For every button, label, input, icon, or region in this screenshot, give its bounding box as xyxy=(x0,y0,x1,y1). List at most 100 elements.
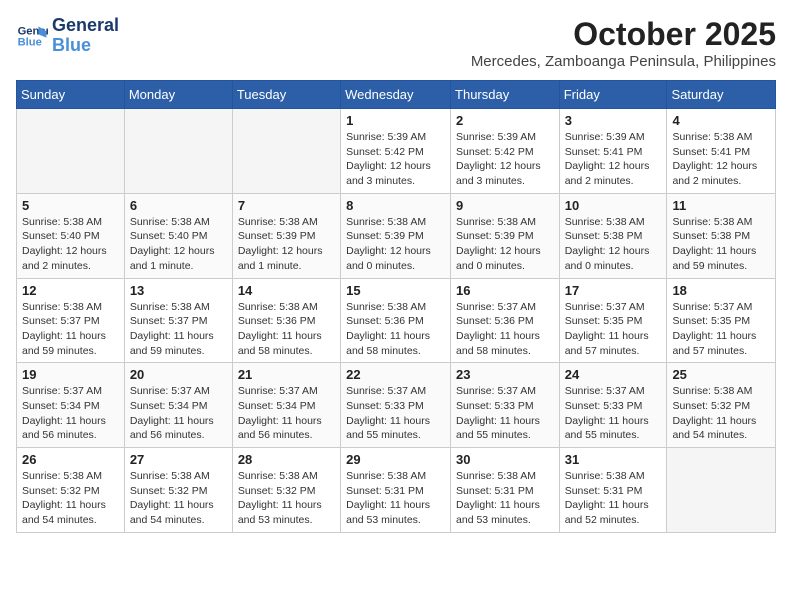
calendar-cell xyxy=(667,448,776,533)
day-number: 5 xyxy=(22,198,119,213)
day-info: Sunrise: 5:38 AM Sunset: 5:40 PM Dayligh… xyxy=(22,215,119,274)
day-info: Sunrise: 5:38 AM Sunset: 5:31 PM Dayligh… xyxy=(456,469,554,528)
col-header-monday: Monday xyxy=(124,81,232,109)
calendar-cell: 31Sunrise: 5:38 AM Sunset: 5:31 PM Dayli… xyxy=(559,448,667,533)
calendar-cell: 6 Sunrise: 5:38 AM Sunset: 5:40 PM Daylig… xyxy=(124,193,232,278)
logo: General Blue GeneralBlue xyxy=(16,16,119,56)
calendar-cell: 29 Sunrise: 5:38 AM Sunset: 5:31 PM Dayli… xyxy=(341,448,451,533)
calendar-cell: 12 Sunrise: 5:38 AM Sunset: 5:37 PM Dayli… xyxy=(17,278,125,363)
day-number: 15 xyxy=(346,283,445,298)
calendar-cell: 18 Sunrise: 5:37 AM Sunset: 5:35 PM Dayli… xyxy=(667,278,776,363)
day-info: Sunrise: 5:38 AM Sunset: 5:36 PM Dayligh… xyxy=(346,300,445,359)
col-header-saturday: Saturday xyxy=(667,81,776,109)
day-number: 2 xyxy=(456,113,554,128)
day-number: 23 xyxy=(456,367,554,382)
calendar-cell: 20 Sunrise: 5:37 AM Sunset: 5:34 PM Dayli… xyxy=(124,363,232,448)
day-number: 20 xyxy=(130,367,227,382)
day-info: Sunrise: 5:37 AM Sunset: 5:36 PM Dayligh… xyxy=(456,300,554,359)
calendar-week-row: 5 Sunrise: 5:38 AM Sunset: 5:40 PM Daylig… xyxy=(17,193,776,278)
calendar-cell: 3 Sunrise: 5:39 AM Sunset: 5:41 PM Daylig… xyxy=(559,109,667,194)
calendar-cell: 11 Sunrise: 5:38 AM Sunset: 5:38 PM Dayli… xyxy=(667,193,776,278)
day-number: 17 xyxy=(565,283,662,298)
day-number: 6 xyxy=(130,198,227,213)
day-number: 22 xyxy=(346,367,445,382)
calendar-cell: 22Sunrise: 5:37 AM Sunset: 5:33 PM Dayli… xyxy=(341,363,451,448)
day-info: Sunrise: 5:38 AM Sunset: 5:32 PM Dayligh… xyxy=(238,469,335,528)
day-info: Sunrise: 5:38 AM Sunset: 5:39 PM Dayligh… xyxy=(238,215,335,274)
day-number: 19 xyxy=(22,367,119,382)
page-header: General Blue GeneralBlue October 2025 Me… xyxy=(16,16,776,70)
calendar-cell: 30 Sunrise: 5:38 AM Sunset: 5:31 PM Dayli… xyxy=(451,448,560,533)
day-number: 21 xyxy=(238,367,335,382)
day-info: Sunrise: 5:38 AM Sunset: 5:38 PM Dayligh… xyxy=(672,215,770,274)
calendar-week-row: 26 Sunrise: 5:38 AM Sunset: 5:32 PM Dayli… xyxy=(17,448,776,533)
day-number: 25 xyxy=(672,367,770,382)
day-number: 9 xyxy=(456,198,554,213)
calendar-cell: 15 Sunrise: 5:38 AM Sunset: 5:36 PM Dayli… xyxy=(341,278,451,363)
calendar-cell: 16 Sunrise: 5:37 AM Sunset: 5:36 PM Dayli… xyxy=(451,278,560,363)
day-info: Sunrise: 5:39 AM Sunset: 5:42 PM Dayligh… xyxy=(456,130,554,189)
col-header-tuesday: Tuesday xyxy=(232,81,340,109)
day-info: Sunrise: 5:37 AM Sunset: 5:34 PM Dayligh… xyxy=(22,384,119,443)
day-number: 24 xyxy=(565,367,662,382)
calendar-cell: 7 Sunrise: 5:38 AM Sunset: 5:39 PM Daylig… xyxy=(232,193,340,278)
calendar-cell xyxy=(124,109,232,194)
day-number: 26 xyxy=(22,452,119,467)
calendar-cell xyxy=(17,109,125,194)
day-info: Sunrise: 5:39 AM Sunset: 5:42 PM Dayligh… xyxy=(346,130,445,189)
day-info: Sunrise: 5:38 AM Sunset: 5:41 PM Dayligh… xyxy=(672,130,770,189)
day-number: 27 xyxy=(130,452,227,467)
day-info: Sunrise: 5:37 AM Sunset: 5:35 PM Dayligh… xyxy=(565,300,662,359)
calendar-cell xyxy=(232,109,340,194)
day-info: Sunrise: 5:37 AM Sunset: 5:34 PM Dayligh… xyxy=(130,384,227,443)
col-header-friday: Friday xyxy=(559,81,667,109)
calendar-week-row: 12 Sunrise: 5:38 AM Sunset: 5:37 PM Dayli… xyxy=(17,278,776,363)
location-title: Mercedes, Zamboanga Peninsula, Philippin… xyxy=(471,53,776,70)
calendar-cell: 26 Sunrise: 5:38 AM Sunset: 5:32 PM Dayli… xyxy=(17,448,125,533)
day-number: 1 xyxy=(346,113,445,128)
col-header-wednesday: Wednesday xyxy=(341,81,451,109)
day-number: 18 xyxy=(672,283,770,298)
calendar-cell: 19 Sunrise: 5:37 AM Sunset: 5:34 PM Dayli… xyxy=(17,363,125,448)
day-info: Sunrise: 5:38 AM Sunset: 5:37 PM Dayligh… xyxy=(22,300,119,359)
day-number: 14 xyxy=(238,283,335,298)
calendar-table: SundayMondayTuesdayWednesdayThursdayFrid… xyxy=(16,80,776,533)
day-number: 16 xyxy=(456,283,554,298)
day-info: Sunrise: 5:38 AM Sunset: 5:32 PM Dayligh… xyxy=(130,469,227,528)
day-number: 30 xyxy=(456,452,554,467)
calendar-week-row: 19 Sunrise: 5:37 AM Sunset: 5:34 PM Dayli… xyxy=(17,363,776,448)
day-number: 7 xyxy=(238,198,335,213)
day-info: Sunrise: 5:38 AM Sunset: 5:39 PM Dayligh… xyxy=(346,215,445,274)
day-number: 29 xyxy=(346,452,445,467)
day-info: Sunrise: 5:37 AM Sunset: 5:35 PM Dayligh… xyxy=(672,300,770,359)
calendar-cell: 8 Sunrise: 5:38 AM Sunset: 5:39 PM Daylig… xyxy=(341,193,451,278)
day-number: 3 xyxy=(565,113,662,128)
day-number: 31 xyxy=(565,452,662,467)
day-info: Sunrise: 5:38 AM Sunset: 5:40 PM Dayligh… xyxy=(130,215,227,274)
day-number: 12 xyxy=(22,283,119,298)
day-number: 8 xyxy=(346,198,445,213)
calendar-cell: 4 Sunrise: 5:38 AM Sunset: 5:41 PM Daylig… xyxy=(667,109,776,194)
title-block: October 2025 Mercedes, Zamboanga Peninsu… xyxy=(471,16,776,70)
calendar-header-row: SundayMondayTuesdayWednesdayThursdayFrid… xyxy=(17,81,776,109)
svg-text:Blue: Blue xyxy=(18,36,42,48)
calendar-week-row: 1 Sunrise: 5:39 AM Sunset: 5:42 PM Daylig… xyxy=(17,109,776,194)
calendar-cell: 25Sunrise: 5:38 AM Sunset: 5:32 PM Dayli… xyxy=(667,363,776,448)
day-info: Sunrise: 5:38 AM Sunset: 5:31 PM Dayligh… xyxy=(346,469,445,528)
calendar-cell: 27 Sunrise: 5:38 AM Sunset: 5:32 PM Dayli… xyxy=(124,448,232,533)
calendar-cell: 23Sunrise: 5:37 AM Sunset: 5:33 PM Dayli… xyxy=(451,363,560,448)
day-number: 4 xyxy=(672,113,770,128)
col-header-sunday: Sunday xyxy=(17,81,125,109)
day-number: 10 xyxy=(565,198,662,213)
day-info: Sunrise: 5:38 AM Sunset: 5:38 PM Dayligh… xyxy=(565,215,662,274)
day-number: 13 xyxy=(130,283,227,298)
day-info: Sunrise: 5:39 AM Sunset: 5:41 PM Dayligh… xyxy=(565,130,662,189)
calendar-cell: 17 Sunrise: 5:37 AM Sunset: 5:35 PM Dayli… xyxy=(559,278,667,363)
day-info: Sunrise: 5:37 AM Sunset: 5:34 PM Dayligh… xyxy=(238,384,335,443)
calendar-cell: 24Sunrise: 5:37 AM Sunset: 5:33 PM Dayli… xyxy=(559,363,667,448)
calendar-cell: 21 Sunrise: 5:37 AM Sunset: 5:34 PM Dayli… xyxy=(232,363,340,448)
day-number: 11 xyxy=(672,198,770,213)
day-info: Sunrise: 5:38 AM Sunset: 5:32 PM Dayligh… xyxy=(22,469,119,528)
month-title: October 2025 xyxy=(471,16,776,53)
calendar-cell: 28Sunrise: 5:38 AM Sunset: 5:32 PM Dayli… xyxy=(232,448,340,533)
